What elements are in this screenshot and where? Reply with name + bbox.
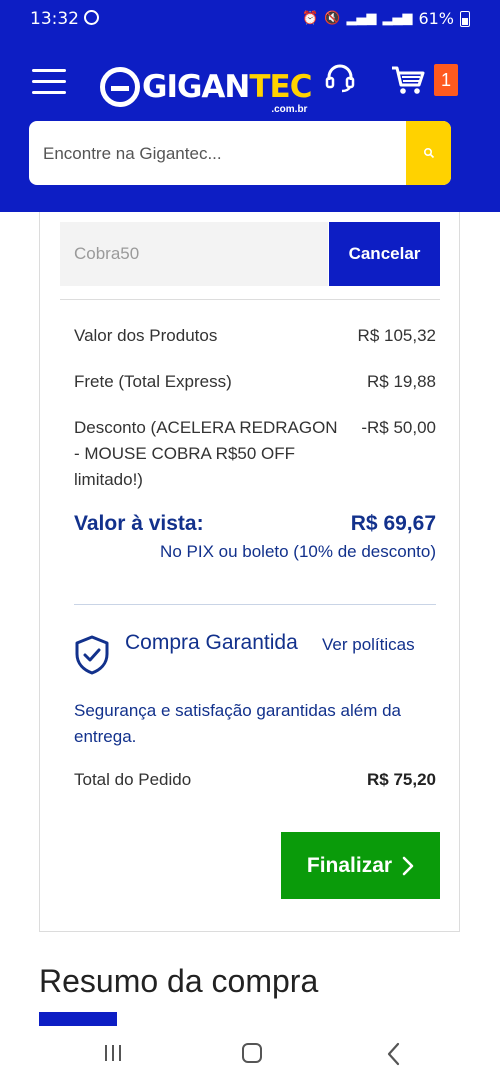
signal-icon-2: ▂▄▆: [382, 11, 413, 26]
search-button[interactable]: [406, 121, 451, 185]
purchase-summary-heading: Resumo da compra: [39, 963, 319, 999]
guarantee-title: Compra Garantida: [125, 631, 298, 654]
home-icon[interactable]: [242, 1043, 262, 1063]
cart-count-badge[interactable]: 1: [434, 64, 458, 96]
system-nav-bar: [0, 1030, 500, 1083]
products-row: Valor dos Produtos R$ 105,32: [74, 323, 436, 349]
view-policies-link[interactable]: Ver políticas: [322, 632, 422, 658]
cash-price-value: R$ 69,67: [350, 512, 436, 535]
shield-check-icon: [75, 635, 109, 675]
recent-apps-icon[interactable]: [103, 1044, 123, 1062]
search-bar: [29, 121, 451, 185]
logo-domain: .com.br: [271, 104, 308, 115]
products-label: Valor dos Produtos: [74, 326, 218, 345]
mute-icon: 🔇: [324, 11, 341, 26]
status-time: 13:32: [30, 9, 79, 29]
status-icons: ⏰ 🔇 ▂▄▆ ▂▄▆ 61%: [302, 9, 470, 28]
battery-icon: [460, 10, 470, 27]
search-icon: [423, 147, 434, 159]
gigantec-logo[interactable]: GIGANTEC .com.br: [100, 62, 312, 115]
order-summary-card: Cancelar Valor dos Produtos R$ 105,32 Fr…: [39, 212, 460, 932]
coupon-input[interactable]: [60, 222, 328, 286]
search-input[interactable]: [41, 121, 405, 185]
alarm-icon: ⏰: [302, 11, 319, 26]
cart-icon[interactable]: [390, 64, 426, 96]
order-total-value: R$ 75,20: [367, 770, 436, 789]
headset-icon[interactable]: [324, 62, 356, 94]
shipping-row: Frete (Total Express) R$ 19,88: [74, 369, 436, 395]
finalize-button[interactable]: Finalizar: [281, 832, 440, 899]
cash-price-block: Valor à vista: R$ 69,67 No PIX ou boleto…: [74, 512, 436, 562]
guarantee-description: Segurança e satisfação garantidas além d…: [74, 701, 401, 746]
battery-percent: 61%: [418, 9, 454, 28]
signal-icon: ▂▄▆: [346, 11, 377, 26]
discount-row: Desconto (ACELERA REDRAGON - MOUSE COBRA…: [74, 415, 436, 493]
hamburger-menu-icon[interactable]: [32, 69, 66, 95]
products-value: R$ 105,32: [357, 326, 436, 345]
shipping-label: Frete (Total Express): [74, 372, 232, 391]
finalize-label: Finalizar: [306, 853, 393, 877]
discount-value: -R$ 50,00: [361, 418, 436, 437]
divider: [74, 604, 436, 605]
cash-price-note: No PIX ou boleto (10% de desconto): [160, 542, 436, 561]
shipping-value: R$ 19,88: [367, 372, 436, 391]
cancel-coupon-button[interactable]: Cancelar: [329, 222, 440, 286]
order-total-label: Total do Pedido: [74, 770, 192, 789]
logo-wordmark: GIGANTEC: [142, 69, 312, 105]
cash-price-label: Valor à vista:: [74, 512, 204, 535]
whatsapp-icon: [84, 10, 99, 25]
chevron-right-icon: [402, 856, 414, 875]
site-header: GIGANTEC .com.br 1: [0, 36, 500, 212]
order-total-row: Total do Pedido R$ 75,20: [74, 770, 436, 790]
section-banner-peek: [39, 1012, 117, 1026]
status-bar: 13:32 ⏰ 🔇 ▂▄▆ ▂▄▆ 61%: [0, 0, 500, 36]
logo-g-mark: [100, 67, 140, 107]
back-icon[interactable]: [386, 1042, 402, 1066]
divider: [60, 299, 440, 300]
discount-label: Desconto (ACELERA REDRAGON - MOUSE COBRA…: [74, 418, 338, 489]
